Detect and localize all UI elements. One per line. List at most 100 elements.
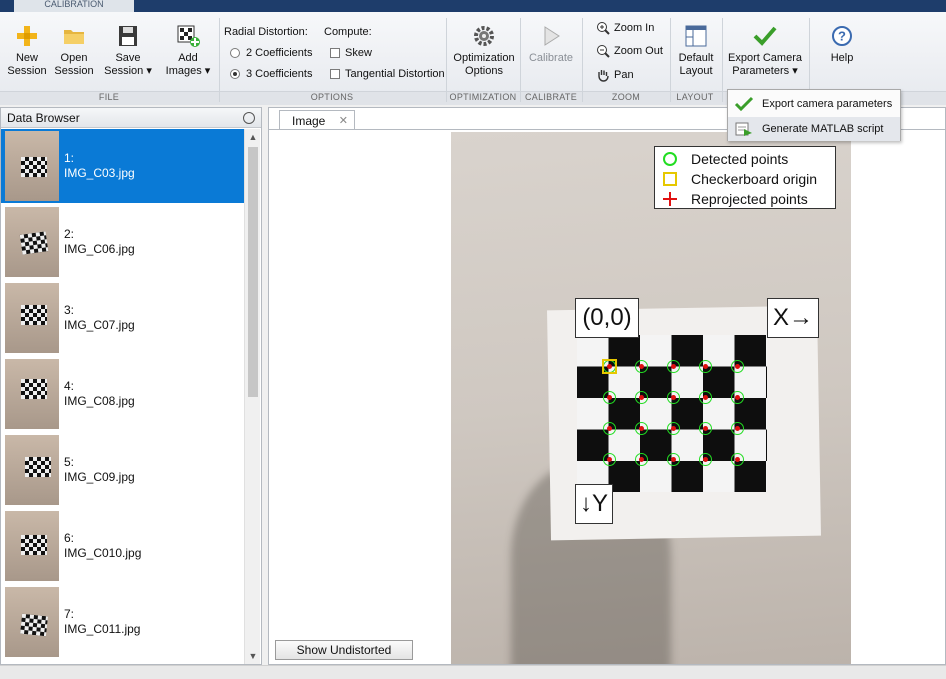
default-layout-button[interactable]: Default Layout [674, 24, 718, 78]
data-browser-title: Data Browser [7, 111, 80, 125]
zoom-in-button[interactable]: Zoom In [596, 21, 654, 35]
detected-point [667, 453, 680, 466]
legend-label: Checkerboard origin [691, 171, 818, 187]
add-images-icon [177, 25, 200, 47]
close-icon[interactable]: ✕ [339, 114, 348, 127]
detected-point [731, 360, 744, 373]
item-index: 5: [64, 455, 75, 469]
optimization-options-button[interactable]: Optimization Options [450, 24, 518, 78]
item-filename: IMG_C08.jpg [64, 394, 135, 408]
radial-2-radio[interactable] [230, 48, 240, 58]
item-index: 7: [64, 607, 75, 621]
open-session-label: Open Session [54, 52, 94, 77]
zoom-out-icon [597, 45, 610, 58]
scroll-down-icon[interactable]: ▼ [245, 648, 261, 664]
group-separator [219, 18, 220, 102]
legend-detected: Detected points [663, 151, 788, 167]
legend-label: Detected points [691, 151, 789, 167]
detected-point [603, 453, 616, 466]
image-thumbnail [5, 359, 59, 429]
image-panel: Image ✕ Detected points Checkerboard ori… [268, 107, 946, 665]
item-filename: IMG_C011.jpg [64, 622, 141, 636]
list-item[interactable]: 7: IMG_C011.jpg [1, 585, 244, 659]
calibrate-button[interactable]: Calibrate [524, 24, 578, 65]
add-images-label: Add Images ▾ [165, 52, 211, 77]
tangential-checkbox[interactable] [330, 69, 340, 79]
tab-calibration[interactable]: CALIBRATION [14, 0, 134, 12]
export-camera-parameters-button[interactable]: Export Camera Parameters ▾ [726, 24, 804, 78]
data-browser-header: Data Browser [1, 108, 261, 128]
data-browser-scrollbar[interactable]: ▲ ▼ [244, 129, 260, 664]
red-plus-icon [663, 192, 677, 206]
list-item[interactable]: 6: IMG_C010.jpg [1, 509, 244, 583]
detected-point [731, 391, 744, 404]
list-item[interactable]: 4: IMG_C08.jpg [1, 357, 244, 431]
script-icon [735, 122, 752, 136]
detected-point [699, 360, 712, 373]
save-session-button[interactable]: Save Session ▾ [100, 24, 156, 78]
list-item[interactable]: 1: IMG_C03.jpg [1, 129, 244, 203]
group-separator [582, 18, 583, 102]
save-session-label: Save Session ▾ [104, 52, 152, 77]
floppy-disk-icon [119, 26, 137, 46]
menu-item-label: Generate MATLAB script [762, 123, 884, 135]
help-button[interactable]: ? Help [820, 24, 864, 65]
skew-checkbox[interactable] [330, 48, 340, 58]
detected-point [667, 422, 680, 435]
detected-point [635, 360, 648, 373]
item-index: 2: [64, 227, 75, 241]
pan-label: Pan [614, 69, 634, 81]
image-thumbnail [5, 207, 59, 277]
group-label-file: FILE [98, 92, 120, 102]
image-thumbnail [5, 131, 59, 201]
new-session-icon [17, 26, 37, 46]
tab-image-label: Image [292, 114, 326, 128]
checkmark-icon [753, 26, 777, 46]
tangential-label: Tangential Distortion [345, 68, 445, 80]
pan-button[interactable]: Pan [596, 68, 634, 82]
new-session-button[interactable]: New Session [6, 24, 48, 78]
list-item[interactable]: 3: IMG_C07.jpg [1, 281, 244, 355]
zoom-out-button[interactable]: Zoom Out [596, 44, 663, 58]
chevron-down-icon[interactable] [243, 112, 255, 124]
detected-point [731, 422, 744, 435]
layout-icon [685, 25, 707, 47]
origin-annotation: (0,0) [575, 298, 639, 338]
zoom-out-label: Zoom Out [614, 45, 663, 57]
item-index: 6: [64, 531, 75, 545]
item-filename: IMG_C010.jpg [64, 546, 142, 560]
yellow-square-icon [663, 172, 677, 186]
detected-point [635, 422, 648, 435]
svg-text:?: ? [838, 29, 846, 44]
list-item[interactable]: 5: IMG_C09.jpg [1, 433, 244, 507]
default-layout-label: Default Layout [678, 52, 714, 77]
image-thumbnail [5, 587, 59, 657]
menu-item-generate-matlab-script[interactable]: Generate MATLAB script [728, 117, 900, 141]
play-icon [544, 26, 560, 46]
show-undistorted-button[interactable]: Show Undistorted [275, 640, 413, 660]
group-separator [670, 18, 671, 102]
radial-3-label: 3 Coefficients [246, 68, 313, 80]
hand-icon [598, 70, 609, 82]
open-session-button[interactable]: Open Session [52, 24, 96, 78]
scroll-up-icon[interactable]: ▲ [245, 129, 261, 145]
points-legend: Detected points Checkerboard origin Repr… [654, 146, 836, 209]
calibration-image[interactable] [451, 132, 851, 664]
list-item[interactable]: 2: IMG_C06.jpg [1, 205, 244, 279]
legend-reprojected: Reprojected points [663, 191, 808, 207]
export-camera-parameters-label: Export Camera Parameters ▾ [728, 52, 802, 77]
skew-label: Skew [345, 47, 372, 59]
status-bar [0, 665, 946, 679]
menu-item-export-camera-parameters[interactable]: Export camera parameters [728, 92, 900, 116]
optimization-options-label: Optimization Options [453, 52, 515, 77]
add-images-button[interactable]: Add Images ▾ [160, 24, 216, 78]
x-axis-annotation: X→ [767, 298, 819, 338]
tab-image[interactable]: Image ✕ [279, 110, 355, 130]
radial-2-label: 2 Coefficients [246, 47, 313, 59]
item-filename: IMG_C06.jpg [64, 242, 135, 256]
group-separator [520, 18, 521, 102]
group-label-calibrate: CALIBRATE [524, 92, 578, 102]
radial-3-radio[interactable] [230, 69, 240, 79]
scrollbar-thumb[interactable] [248, 147, 258, 397]
compute-title: Compute: [324, 26, 372, 38]
